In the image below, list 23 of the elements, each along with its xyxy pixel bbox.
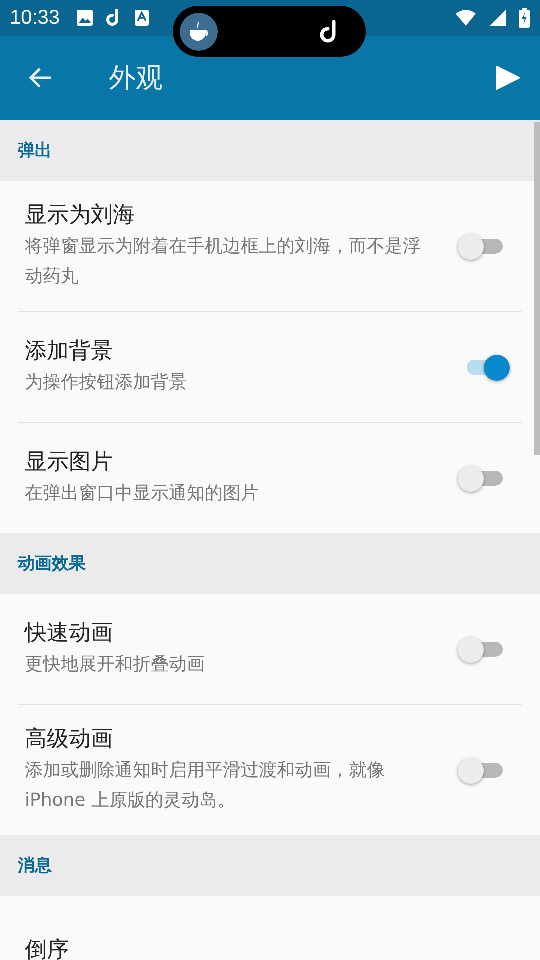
wifi-icon xyxy=(455,9,477,27)
setting-summary: 将弹窗显示为附着在手机边框上的刘海，而不是浮动药丸 xyxy=(25,235,422,289)
play-button[interactable] xyxy=(494,65,520,91)
screen-title: 外观 xyxy=(109,62,163,96)
setting-title: 快速动画 xyxy=(25,620,114,648)
setting-summary: 为操作按钮添加背景 xyxy=(25,371,188,395)
setting-title: 添加背景 xyxy=(25,338,114,366)
clock: 10:33 xyxy=(10,6,60,30)
setting-summary: 添加或删除通知时启用平滑过渡和动画，就像 iPhone 上原版的灵动岛。 xyxy=(25,759,386,813)
setting-title: 显示图片 xyxy=(25,449,114,477)
setting-summary: 更快地展开和折叠动画 xyxy=(25,653,206,677)
section-header: 动画效果 xyxy=(18,553,86,575)
section-header: 消息 xyxy=(18,855,52,877)
setting-title: 高级动画 xyxy=(25,726,114,754)
battery-icon xyxy=(519,8,530,28)
cup-icon xyxy=(180,12,218,50)
setting-title: 倒序 xyxy=(25,937,70,960)
app-icon xyxy=(134,9,150,27)
signal-icon xyxy=(489,9,507,27)
setting-summary: 在弹出窗口中显示通知的图片 xyxy=(25,482,260,506)
section-header: 弹出 xyxy=(18,140,52,162)
image-icon xyxy=(76,9,94,27)
setting-title: 显示为刘海 xyxy=(25,202,136,230)
